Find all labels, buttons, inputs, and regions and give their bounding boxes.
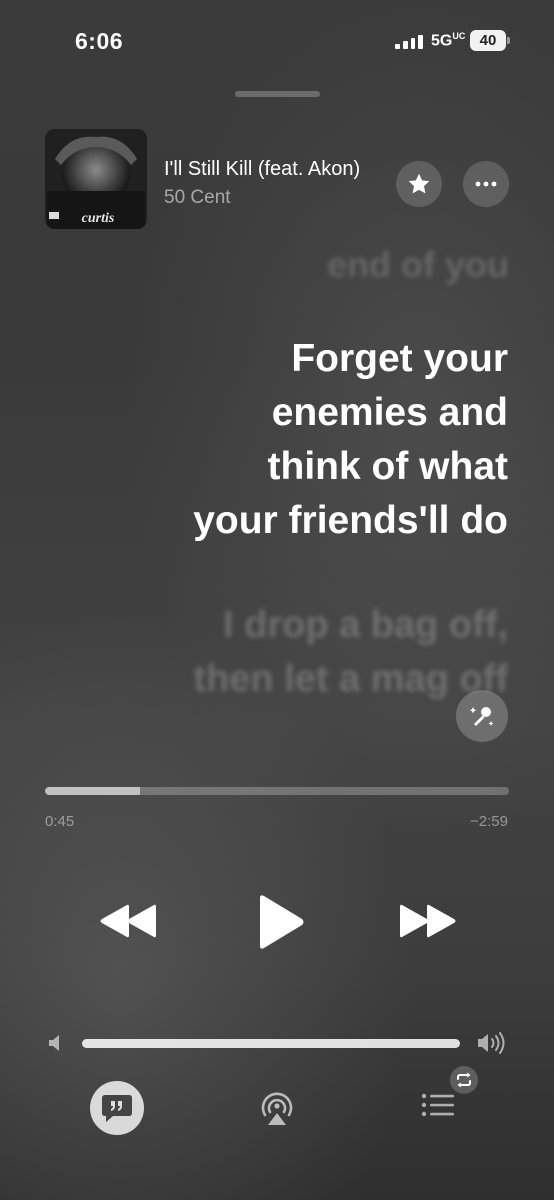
play-icon: [260, 895, 304, 949]
lyric-line: I drop a bag off,: [223, 604, 508, 646]
more-button[interactable]: [463, 161, 509, 207]
lyric-current-block[interactable]: Forget your enemies and think of what yo…: [108, 332, 508, 548]
airplay-button[interactable]: [257, 1088, 297, 1128]
lyric-line: think of what: [267, 445, 508, 488]
network-type: 5GUC: [431, 31, 466, 50]
play-button[interactable]: [254, 894, 306, 950]
volume-high-icon: [477, 1031, 507, 1055]
playback-scrubber[interactable]: [45, 787, 509, 795]
quote-bubble-icon: [102, 1095, 132, 1122]
queue-button[interactable]: [420, 1090, 456, 1120]
star-icon: [408, 173, 430, 194]
album-art-label: curtis: [82, 211, 115, 226]
queue-list-icon: [421, 1093, 454, 1117]
sheet-grabber[interactable]: [235, 91, 320, 97]
repeat-icon: [457, 1072, 471, 1088]
playback-progress-fill: [45, 787, 141, 795]
status-time: 6:06: [75, 28, 124, 54]
signal-strength-icon: [395, 33, 423, 49]
remaining-time: −2:59: [470, 813, 508, 830]
rewind-button[interactable]: [98, 899, 158, 943]
repeat-indicator[interactable]: [450, 1066, 478, 1094]
lyrics-button[interactable]: [90, 1081, 144, 1135]
lyric-line: your friends'll do: [193, 499, 508, 542]
lyric-line: then let a mag off: [193, 658, 508, 700]
microphone-sparkle-icon: [469, 707, 494, 726]
lyric-previous-line[interactable]: end of you: [327, 244, 509, 286]
album-art-image: curtis: [45, 129, 147, 229]
lyric-line: Forget your: [291, 337, 508, 380]
rewind-icon: [100, 904, 156, 938]
song-title[interactable]: I'll Still Kill (feat. Akon): [164, 158, 390, 181]
lyric-next-block[interactable]: I drop a bag off, then let a mag off: [88, 598, 508, 706]
elapsed-time: 0:45: [45, 813, 75, 830]
battery-indicator: 40: [470, 30, 506, 51]
volume-slider[interactable]: [82, 1039, 460, 1048]
volume-low-icon: [47, 1034, 65, 1052]
ellipsis-icon: [475, 181, 497, 187]
favorite-button[interactable]: [396, 161, 442, 207]
fast-forward-button[interactable]: [398, 899, 458, 943]
song-artist[interactable]: 50 Cent: [164, 187, 231, 209]
album-art[interactable]: curtis: [45, 129, 147, 229]
lyric-line: enemies and: [271, 391, 508, 434]
airplay-icon: [261, 1092, 293, 1125]
fast-forward-icon: [400, 904, 456, 938]
sing-button[interactable]: [456, 690, 508, 742]
battery-tip: [507, 37, 510, 44]
